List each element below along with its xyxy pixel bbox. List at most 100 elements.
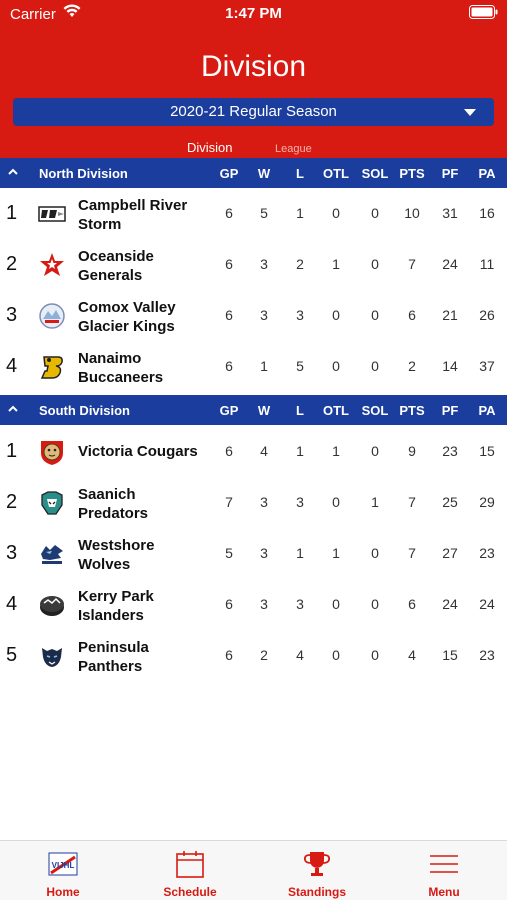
division-header-south[interactable]: South Division GP W L OTL SOL PTS PF PA xyxy=(0,395,507,425)
team-name: Saanich Predators xyxy=(78,486,149,522)
division-name: North Division xyxy=(39,166,128,181)
team-rank: 4 xyxy=(6,593,18,615)
table-row[interactable]: 3 Westshore Wolves 5 3 1 1 0 7 27 23 xyxy=(0,528,507,579)
col-header-pts: PTS xyxy=(399,166,425,181)
table-row[interactable]: 1 Campbell River Storm 6 5 1 0 0 10 31 1… xyxy=(0,188,507,239)
stat-l: 3 xyxy=(296,596,304,612)
col-header-sol: SOL xyxy=(361,403,389,418)
season-selector-label: 2020-21 Regular Season xyxy=(170,103,337,120)
stat-pa: 37 xyxy=(479,358,495,374)
stat-pa: 26 xyxy=(479,307,495,323)
stat-otl: 0 xyxy=(332,205,340,221)
comox-valley-glacier-kings-logo-icon xyxy=(39,303,65,329)
stat-gp: 6 xyxy=(225,647,233,663)
stat-gp: 6 xyxy=(225,596,233,612)
stat-l: 3 xyxy=(296,307,304,323)
table-row[interactable]: 3 Comox Valley Glacier Kings 6 3 3 0 0 6… xyxy=(0,290,507,341)
peninsula-panthers-logo-icon xyxy=(42,648,62,667)
col-header-pf: PF xyxy=(441,403,459,418)
stat-pf: 15 xyxy=(442,647,458,663)
team-rank: 2 xyxy=(6,491,18,513)
table-row[interactable]: 4 Kerry Park Islanders 6 3 3 0 0 6 24 24 xyxy=(0,579,507,630)
stat-otl: 1 xyxy=(332,545,340,561)
stat-w: 1 xyxy=(260,358,268,374)
svg-text:VIJHL: VIJHL xyxy=(52,861,75,870)
stat-pa: 11 xyxy=(479,256,495,272)
campbell-river-storm-logo-icon xyxy=(38,206,66,222)
col-header-l: L xyxy=(296,403,304,418)
status-bar: Carrier 1:47 PM xyxy=(0,0,507,28)
col-header-pts: PTS xyxy=(399,403,425,418)
team-name: Westshore Wolves xyxy=(78,537,155,573)
stat-pa: 24 xyxy=(479,596,495,612)
stat-otl: 1 xyxy=(332,256,340,272)
stat-pts: 10 xyxy=(404,205,420,221)
team-rank: 3 xyxy=(6,542,18,564)
stat-otl: 0 xyxy=(332,596,340,612)
stat-w: 3 xyxy=(260,545,268,561)
calendar-icon xyxy=(176,851,204,878)
col-header-gp: GP xyxy=(219,166,239,181)
team-rank: 4 xyxy=(6,355,18,377)
tab-home[interactable]: VIJHL Home xyxy=(0,841,126,900)
tab-label: Menu xyxy=(428,885,460,899)
team-name: Peninsula Panthers xyxy=(78,639,149,675)
stat-pts: 7 xyxy=(408,545,416,561)
table-row[interactable]: 2 Oceanside Generals 6 3 2 1 0 7 24 11 xyxy=(0,239,507,290)
app-header: Carrier 1:47 PM Division 2020-21 Regular… xyxy=(0,0,507,158)
col-header-gp: GP xyxy=(219,403,239,418)
stat-w: 3 xyxy=(260,256,268,272)
col-header-sol: SOL xyxy=(361,166,389,181)
table-row[interactable]: 4 Nanaimo Buccaneers 6 1 5 0 0 2 14 37 xyxy=(0,341,507,392)
tab-label: Home xyxy=(46,885,80,899)
saanich-predators-logo-icon xyxy=(41,491,63,515)
stat-pf: 21 xyxy=(442,307,458,323)
tab-menu[interactable]: Menu xyxy=(381,841,507,900)
table-row[interactable]: 5 Peninsula Panthers 6 2 4 0 0 4 15 23 xyxy=(0,630,507,681)
stat-l: 5 xyxy=(296,358,304,374)
team-name: Campbell River Storm xyxy=(78,197,188,233)
vijhl-logo-icon: VIJHL xyxy=(48,852,78,876)
page-title: Division xyxy=(200,50,307,83)
stat-l: 1 xyxy=(296,205,304,221)
stat-pa: 15 xyxy=(479,443,495,459)
table-row[interactable]: 2 Saanich Predators 7 3 3 0 1 7 25 29 xyxy=(0,477,507,528)
stat-pa: 16 xyxy=(479,205,495,221)
stat-gp: 6 xyxy=(225,307,233,323)
segment-league[interactable]: League xyxy=(275,143,312,155)
stat-sol: 0 xyxy=(371,443,379,459)
stat-l: 1 xyxy=(296,443,304,459)
season-selector[interactable]: 2020-21 Regular Season xyxy=(13,98,494,126)
stat-otl: 1 xyxy=(332,443,340,459)
division-header-north[interactable]: North Division GP W L OTL SOL PTS PF PA xyxy=(0,158,507,188)
tab-schedule[interactable]: Schedule xyxy=(127,841,253,900)
team-rank: 1 xyxy=(6,202,18,224)
stat-w: 3 xyxy=(260,307,268,323)
team-name: Kerry Park Islanders xyxy=(78,588,154,624)
stat-l: 1 xyxy=(296,545,304,561)
stat-l: 4 xyxy=(296,647,304,663)
stat-sol: 0 xyxy=(371,358,379,374)
col-header-w: W xyxy=(257,166,271,181)
stat-sol: 0 xyxy=(371,307,379,323)
col-header-otl: OTL xyxy=(323,166,349,181)
stat-w: 2 xyxy=(260,647,268,663)
stat-otl: 0 xyxy=(332,494,340,510)
stat-gp: 7 xyxy=(225,494,233,510)
segment-division[interactable]: Division xyxy=(187,140,233,155)
kerry-park-islanders-logo-icon xyxy=(40,596,64,616)
stat-gp: 6 xyxy=(225,205,233,221)
stat-gp: 6 xyxy=(225,358,233,374)
stat-pf: 25 xyxy=(442,494,458,510)
division-name: South Division xyxy=(39,403,130,418)
status-time: 1:47 PM xyxy=(225,5,282,22)
stat-pf: 23 xyxy=(442,443,458,459)
col-header-l: L xyxy=(296,166,304,181)
tab-standings[interactable]: Standings xyxy=(254,841,380,900)
table-row[interactable]: 1 Victoria Cougars 6 4 1 1 0 9 23 15 xyxy=(0,426,507,477)
trophy-icon xyxy=(303,852,331,876)
stat-pts: 6 xyxy=(408,596,416,612)
stat-pts: 6 xyxy=(408,307,416,323)
victoria-cougars-logo-icon xyxy=(41,441,63,465)
team-name: Oceanside Generals xyxy=(78,248,154,284)
